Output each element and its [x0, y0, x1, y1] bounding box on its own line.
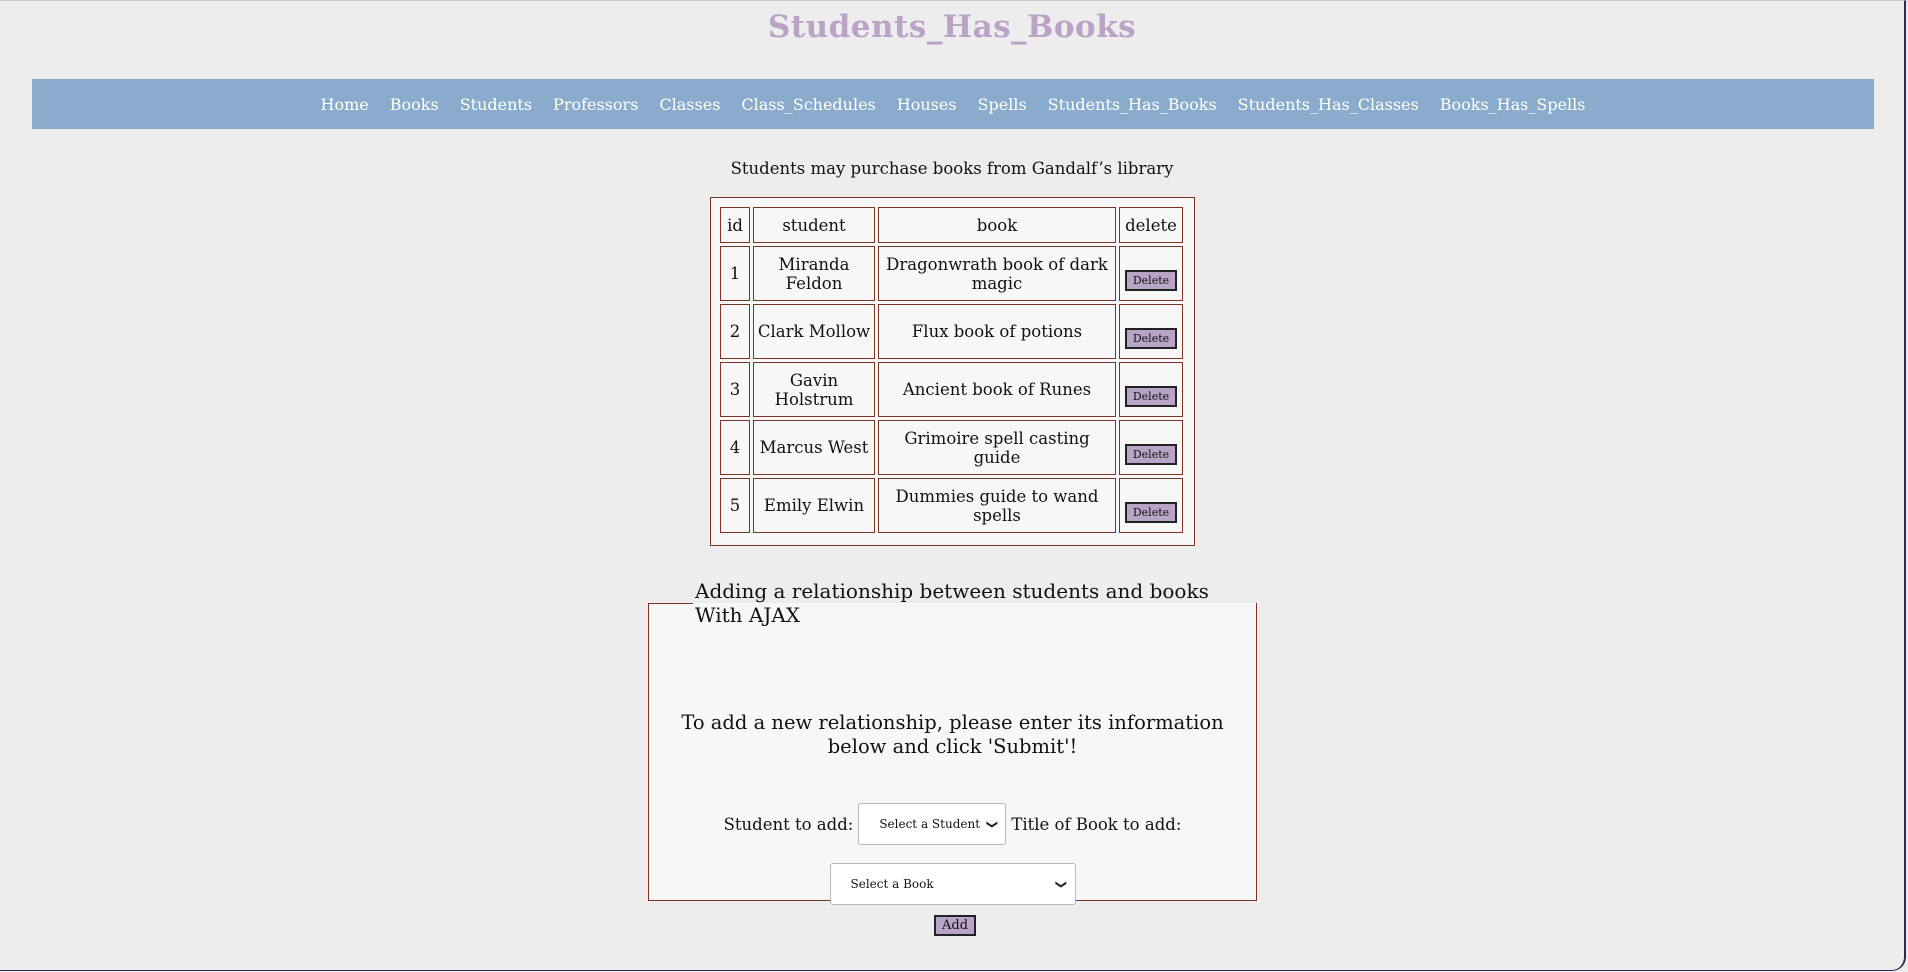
table-row: 5 Emily Elwin Dummies guide to wand spel…	[720, 478, 1183, 533]
chevron-down-icon: ❯	[1055, 879, 1069, 889]
nav-link-class-schedules[interactable]: Class_Schedules	[741, 95, 875, 114]
cell-student: Emily Elwin	[753, 478, 875, 533]
table-row: 4 Marcus West Grimoire spell casting gui…	[720, 420, 1183, 475]
cell-student: Clark Mollow	[753, 304, 875, 359]
relationships-table-container: id student book delete 1 Miranda Feldon …	[710, 197, 1195, 546]
delete-button[interactable]: Delete	[1124, 444, 1178, 465]
column-header-delete: delete	[1119, 207, 1183, 243]
book-select[interactable]: Select a Book ❯	[829, 863, 1076, 905]
form-row-student: Student to add: Select a Student ❯ Title…	[649, 803, 1256, 845]
add-button[interactable]: Add	[934, 915, 977, 936]
cell-delete: Delete	[1119, 362, 1183, 417]
book-label: Title of Book to add:	[1011, 814, 1182, 834]
page-title: Students_Has_Books	[767, 9, 1137, 45]
table-row: 1 Miranda Feldon Dragonwrath book of dar…	[720, 246, 1183, 301]
student-select[interactable]: Select a Student ❯	[858, 803, 1007, 845]
form-legend: Adding a relationship between students a…	[695, 579, 1209, 627]
cell-delete: Delete	[1119, 478, 1183, 533]
delete-button[interactable]: Delete	[1124, 386, 1178, 407]
table-caption: Students may purchase books from Gandalf…	[730, 159, 1174, 178]
nav-link-books[interactable]: Books	[390, 95, 439, 114]
delete-button[interactable]: Delete	[1124, 328, 1178, 349]
chevron-down-icon: ❯	[986, 819, 1000, 829]
delete-button[interactable]: Delete	[1124, 270, 1178, 291]
form-row-book: Select a Book ❯	[649, 863, 1256, 905]
nav-link-books-has-spells[interactable]: Books_Has_Spells	[1440, 95, 1586, 114]
nav-link-students-has-classes[interactable]: Students_Has_Classes	[1238, 95, 1419, 114]
table-row: 2 Clark Mollow Flux book of potions Dele…	[720, 304, 1183, 359]
delete-button[interactable]: Delete	[1124, 502, 1178, 523]
add-relationship-form: Adding a relationship between students a…	[648, 579, 1257, 905]
navbar: Home Books Students Professors Classes C…	[32, 79, 1874, 129]
cell-book: Dragonwrath book of dark magic	[878, 246, 1116, 301]
book-select-value: Select a Book	[850, 877, 934, 891]
nav-link-students-has-books[interactable]: Students_Has_Books	[1048, 95, 1217, 114]
student-label: Student to add:	[723, 814, 854, 834]
relationships-table: id student book delete 1 Miranda Feldon …	[717, 204, 1186, 536]
nav-link-students[interactable]: Students	[460, 95, 532, 114]
cell-delete: Delete	[1119, 304, 1183, 359]
nav-link-spells[interactable]: Spells	[978, 95, 1027, 114]
cell-id: 3	[720, 362, 750, 417]
cell-id: 4	[720, 420, 750, 475]
student-select-value: Select a Student	[879, 817, 981, 831]
page-frame: Students_Has_Books Home Books Students P…	[0, 0, 1906, 971]
form-instructions: To add a new relationship, please enter …	[681, 711, 1224, 758]
table-row: 3 Gavin Holstrum Ancient book of Runes D…	[720, 362, 1183, 417]
column-header-student: student	[753, 207, 875, 243]
column-header-id: id	[720, 207, 750, 243]
nav-link-professors[interactable]: Professors	[553, 95, 638, 114]
nav-link-classes[interactable]: Classes	[659, 95, 720, 114]
cell-delete: Delete	[1119, 420, 1183, 475]
cell-book: Dummies guide to wand spells	[878, 478, 1116, 533]
nav-link-houses[interactable]: Houses	[897, 95, 957, 114]
nav-link-home[interactable]: Home	[321, 95, 369, 114]
cell-book: Grimoire spell casting guide	[878, 420, 1116, 475]
cell-book: Flux book of potions	[878, 304, 1116, 359]
cell-student: Miranda Feldon	[753, 246, 875, 301]
column-header-book: book	[878, 207, 1116, 243]
cell-book: Ancient book of Runes	[878, 362, 1116, 417]
cell-id: 2	[720, 304, 750, 359]
cell-student: Marcus West	[753, 420, 875, 475]
cell-id: 5	[720, 478, 750, 533]
cell-delete: Delete	[1119, 246, 1183, 301]
cell-student: Gavin Holstrum	[753, 362, 875, 417]
cell-id: 1	[720, 246, 750, 301]
table-header-row: id student book delete	[720, 207, 1183, 243]
